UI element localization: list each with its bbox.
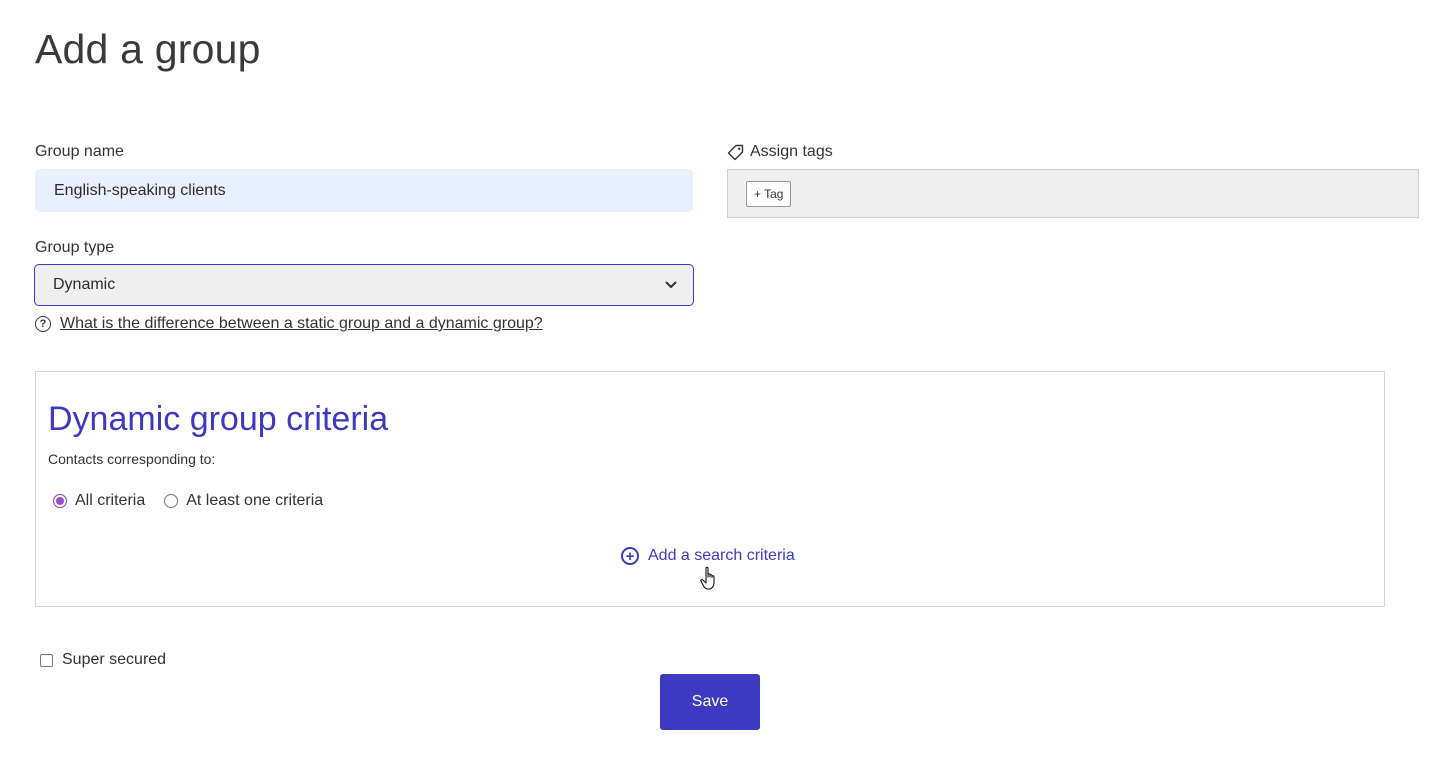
add-search-criteria-button[interactable]: + Add a search criteria xyxy=(621,547,795,565)
tag-icon xyxy=(727,144,744,161)
chevron-down-icon xyxy=(665,281,677,289)
page-title: Add a group xyxy=(35,26,261,72)
radio-all-criteria[interactable] xyxy=(53,494,67,508)
group-name-input[interactable]: English-speaking clients xyxy=(35,169,693,212)
radio-all-criteria-label[interactable]: All criteria xyxy=(75,492,145,510)
assign-tags-text: Assign tags xyxy=(750,143,833,160)
group-type-help: ? What is the difference between a stati… xyxy=(35,315,543,333)
super-secured-label[interactable]: Super secured xyxy=(62,651,166,669)
group-type-label: Group type xyxy=(35,239,115,256)
super-secured-checkbox[interactable] xyxy=(40,653,53,667)
add-tag-button[interactable]: + Tag xyxy=(746,180,792,207)
tags-box[interactable]: + Tag xyxy=(727,169,1419,218)
hand-pointer-icon xyxy=(700,566,720,597)
super-secured-option: Super secured xyxy=(40,651,166,669)
group-name-label: Group name xyxy=(35,143,124,160)
save-button[interactable]: Save xyxy=(660,674,760,730)
plus-circle-icon: + xyxy=(621,547,639,565)
group-name-value: English-speaking clients xyxy=(54,181,226,199)
group-type-help-link[interactable]: What is the difference between a static … xyxy=(60,315,543,333)
radio-at-least-one-label[interactable]: At least one criteria xyxy=(186,492,323,510)
group-type-select[interactable]: Dynamic xyxy=(34,264,694,306)
criteria-title: Dynamic group criteria xyxy=(48,400,389,438)
criteria-match-options: All criteria At least one criteria xyxy=(53,492,323,510)
question-icon: ? xyxy=(35,316,51,332)
radio-at-least-one[interactable] xyxy=(164,494,179,508)
add-search-criteria-label: Add a search criteria xyxy=(648,547,795,564)
criteria-subtitle: Contacts corresponding to: xyxy=(48,451,216,467)
assign-tags-label: Assign tags xyxy=(727,143,833,161)
group-type-value: Dynamic xyxy=(53,276,116,293)
